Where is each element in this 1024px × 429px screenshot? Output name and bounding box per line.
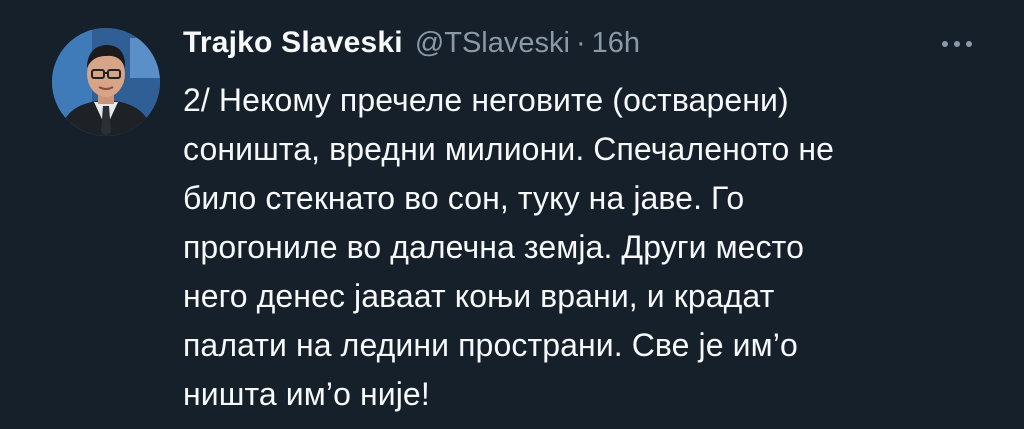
tweet-text-line: 2/ Некому пречеле неговите (остварени): [183, 82, 789, 118]
tweet-text-line: соништа, вредни милиони. Спечаленото не: [183, 131, 835, 167]
tweet-text: 2/ Некому пречеле неговите (остварени) с…: [183, 76, 983, 419]
tweet-text-line: него денес јаваат коњи врани, и крадат: [183, 278, 775, 314]
more-options-button[interactable]: [932, 30, 982, 58]
tweet-text-line: прогониле во далечна земја. Други место: [183, 229, 804, 265]
tweet-text-line: ништа им’о није!: [183, 376, 430, 412]
tweet-card[interactable]: Trajko Slaveski @TSlaveski · 16h 2/ Неко…: [0, 0, 1024, 429]
separator-dot: ·: [575, 27, 586, 59]
more-horizontal-icon: [966, 41, 972, 47]
tweet-text-line: било стекнато во сон, туку на јаве. Го: [183, 180, 745, 216]
avatar[interactable]: [52, 28, 160, 136]
avatar-image: [52, 28, 160, 136]
tweet-timestamp[interactable]: 16h: [592, 27, 640, 60]
author-handle[interactable]: @TSlaveski: [415, 27, 570, 60]
author-display-name[interactable]: Trajko Slaveski: [183, 26, 403, 60]
more-horizontal-icon: [954, 41, 960, 47]
tweet-header: Trajko Slaveski @TSlaveski · 16h: [183, 26, 640, 68]
tweet-text-line: палати на ледини пространи. Све је им’о: [183, 327, 798, 363]
more-horizontal-icon: [942, 41, 948, 47]
